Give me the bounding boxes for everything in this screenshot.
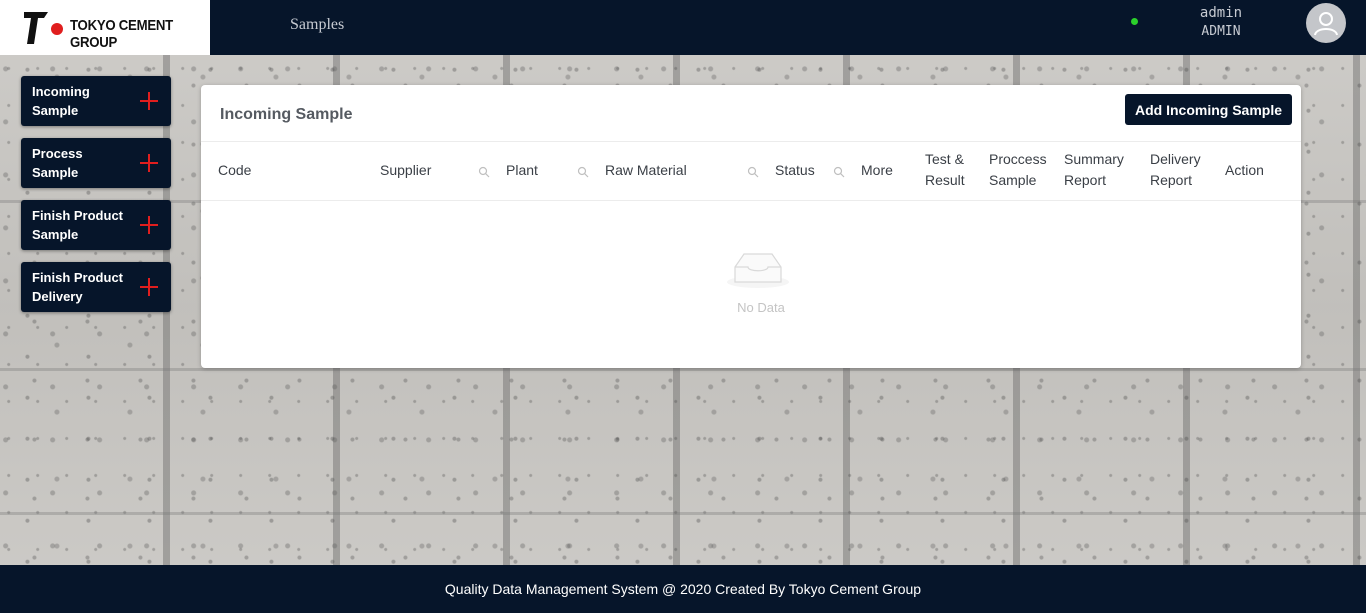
sidebar-item-label: Process Sample: [32, 146, 83, 180]
user-name[interactable]: admin: [1186, 5, 1256, 21]
user-avatar[interactable]: [1306, 3, 1346, 43]
user-role: ADMIN: [1201, 24, 1241, 39]
column-header-code[interactable]: Code: [218, 160, 251, 181]
divider: [201, 141, 1301, 142]
column-header-action[interactable]: Action: [1225, 160, 1264, 181]
online-status-dot: [1131, 18, 1138, 25]
column-header-status[interactable]: Status: [775, 160, 815, 181]
divider: [201, 200, 1301, 201]
search-icon[interactable]: [478, 166, 490, 178]
background-seam: [0, 512, 1366, 515]
plus-icon: [140, 216, 158, 234]
column-header-test-result[interactable]: Test & Result: [925, 149, 975, 191]
column-header-delivery-report[interactable]: Delivery Report: [1150, 149, 1210, 191]
empty-state-text: No Data: [737, 300, 785, 315]
plus-icon: [140, 154, 158, 172]
plus-icon: [140, 278, 158, 296]
incoming-sample-card: Incoming Sample Add Incoming Sample Code…: [201, 85, 1301, 368]
tokyo-cement-logo-icon: [24, 12, 63, 44]
sidebar-item-label: Finish Product Sample: [32, 208, 123, 242]
column-header-summary-report[interactable]: Summary Report: [1064, 149, 1134, 191]
brand-logo[interactable]: TOKYO CEMENT GROUP: [0, 0, 210, 55]
sidebar-item-finish-product-delivery[interactable]: Finish Product Delivery: [21, 262, 171, 312]
page-title: Incoming Sample: [220, 106, 353, 123]
empty-inbox-icon: [727, 253, 789, 288]
user-icon: [1314, 12, 1338, 36]
background-seam: [0, 368, 1366, 371]
plus-icon: [140, 92, 158, 110]
column-header-proccess-sample[interactable]: Proccess Sample: [989, 149, 1059, 191]
search-icon[interactable]: [577, 166, 589, 178]
sidebar-item-finish-product-sample[interactable]: Finish Product Sample: [21, 200, 171, 250]
add-incoming-sample-button[interactable]: Add Incoming Sample: [1125, 94, 1292, 125]
sidebar-item-label: Incoming Sample: [32, 84, 90, 118]
column-header-plant[interactable]: Plant: [506, 160, 538, 181]
column-header-more[interactable]: More: [861, 160, 893, 181]
nav-samples-link[interactable]: Samples: [290, 16, 344, 34]
footer: Quality Data Management System @ 2020 Cr…: [0, 565, 1366, 613]
search-icon[interactable]: [747, 166, 759, 178]
column-header-supplier[interactable]: Supplier: [380, 160, 431, 181]
brand-name: TOKYO CEMENT GROUP: [70, 17, 173, 51]
sidebar-item-process-sample[interactable]: Process Sample: [21, 138, 171, 188]
top-navbar: TOKYO CEMENT GROUP Samples admin ADMIN: [0, 0, 1366, 55]
search-icon[interactable]: [833, 166, 845, 178]
sidebar-item-label: Finish Product Delivery: [32, 270, 123, 304]
empty-state: No Data: [711, 245, 791, 325]
footer-text: Quality Data Management System @ 2020 Cr…: [444, 581, 922, 597]
sidebar-item-incoming-sample[interactable]: Incoming Sample: [21, 76, 171, 126]
column-header-raw-material[interactable]: Raw Material: [605, 160, 687, 181]
